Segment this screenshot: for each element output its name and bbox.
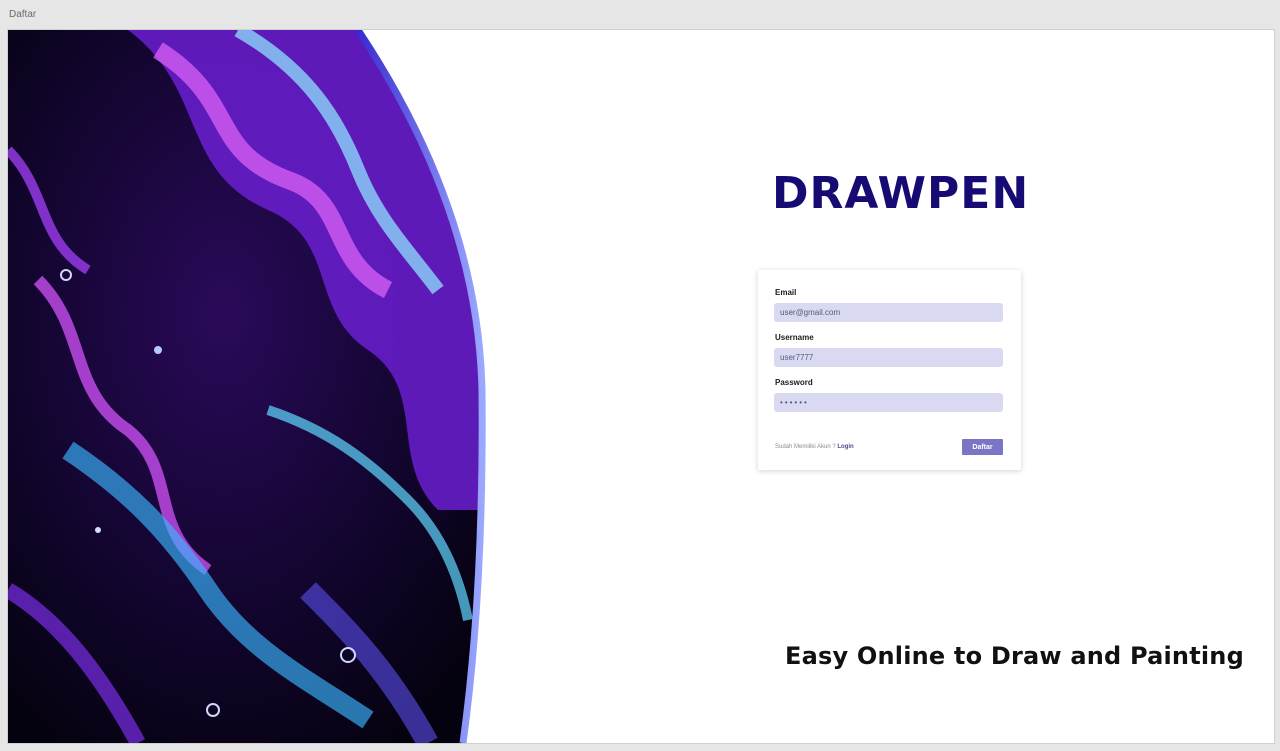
have-account-note: Sudah Memiliki Akun ? Login [775, 444, 854, 450]
password-field[interactable] [774, 393, 1003, 412]
fluid-art-image [8, 30, 488, 743]
have-account-text: Sudah Memiliki Akun ? [775, 444, 838, 450]
register-card: Email Username Password Sudah Memiliki A… [758, 270, 1021, 470]
window-title: Daftar [9, 9, 37, 20]
login-link[interactable]: Login [837, 444, 853, 450]
brand-title: DRAWPEN [772, 168, 1030, 219]
tagline: Easy Online to Draw and Painting [785, 642, 1244, 670]
email-label: Email [775, 288, 797, 297]
username-label: Username [775, 333, 814, 342]
password-label: Password [775, 378, 813, 387]
email-field[interactable] [774, 303, 1003, 322]
username-field[interactable] [774, 348, 1003, 367]
daftar-button[interactable]: Daftar [962, 439, 1003, 455]
page-canvas: DRAWPEN Email Username Password Sudah Me… [7, 29, 1275, 744]
